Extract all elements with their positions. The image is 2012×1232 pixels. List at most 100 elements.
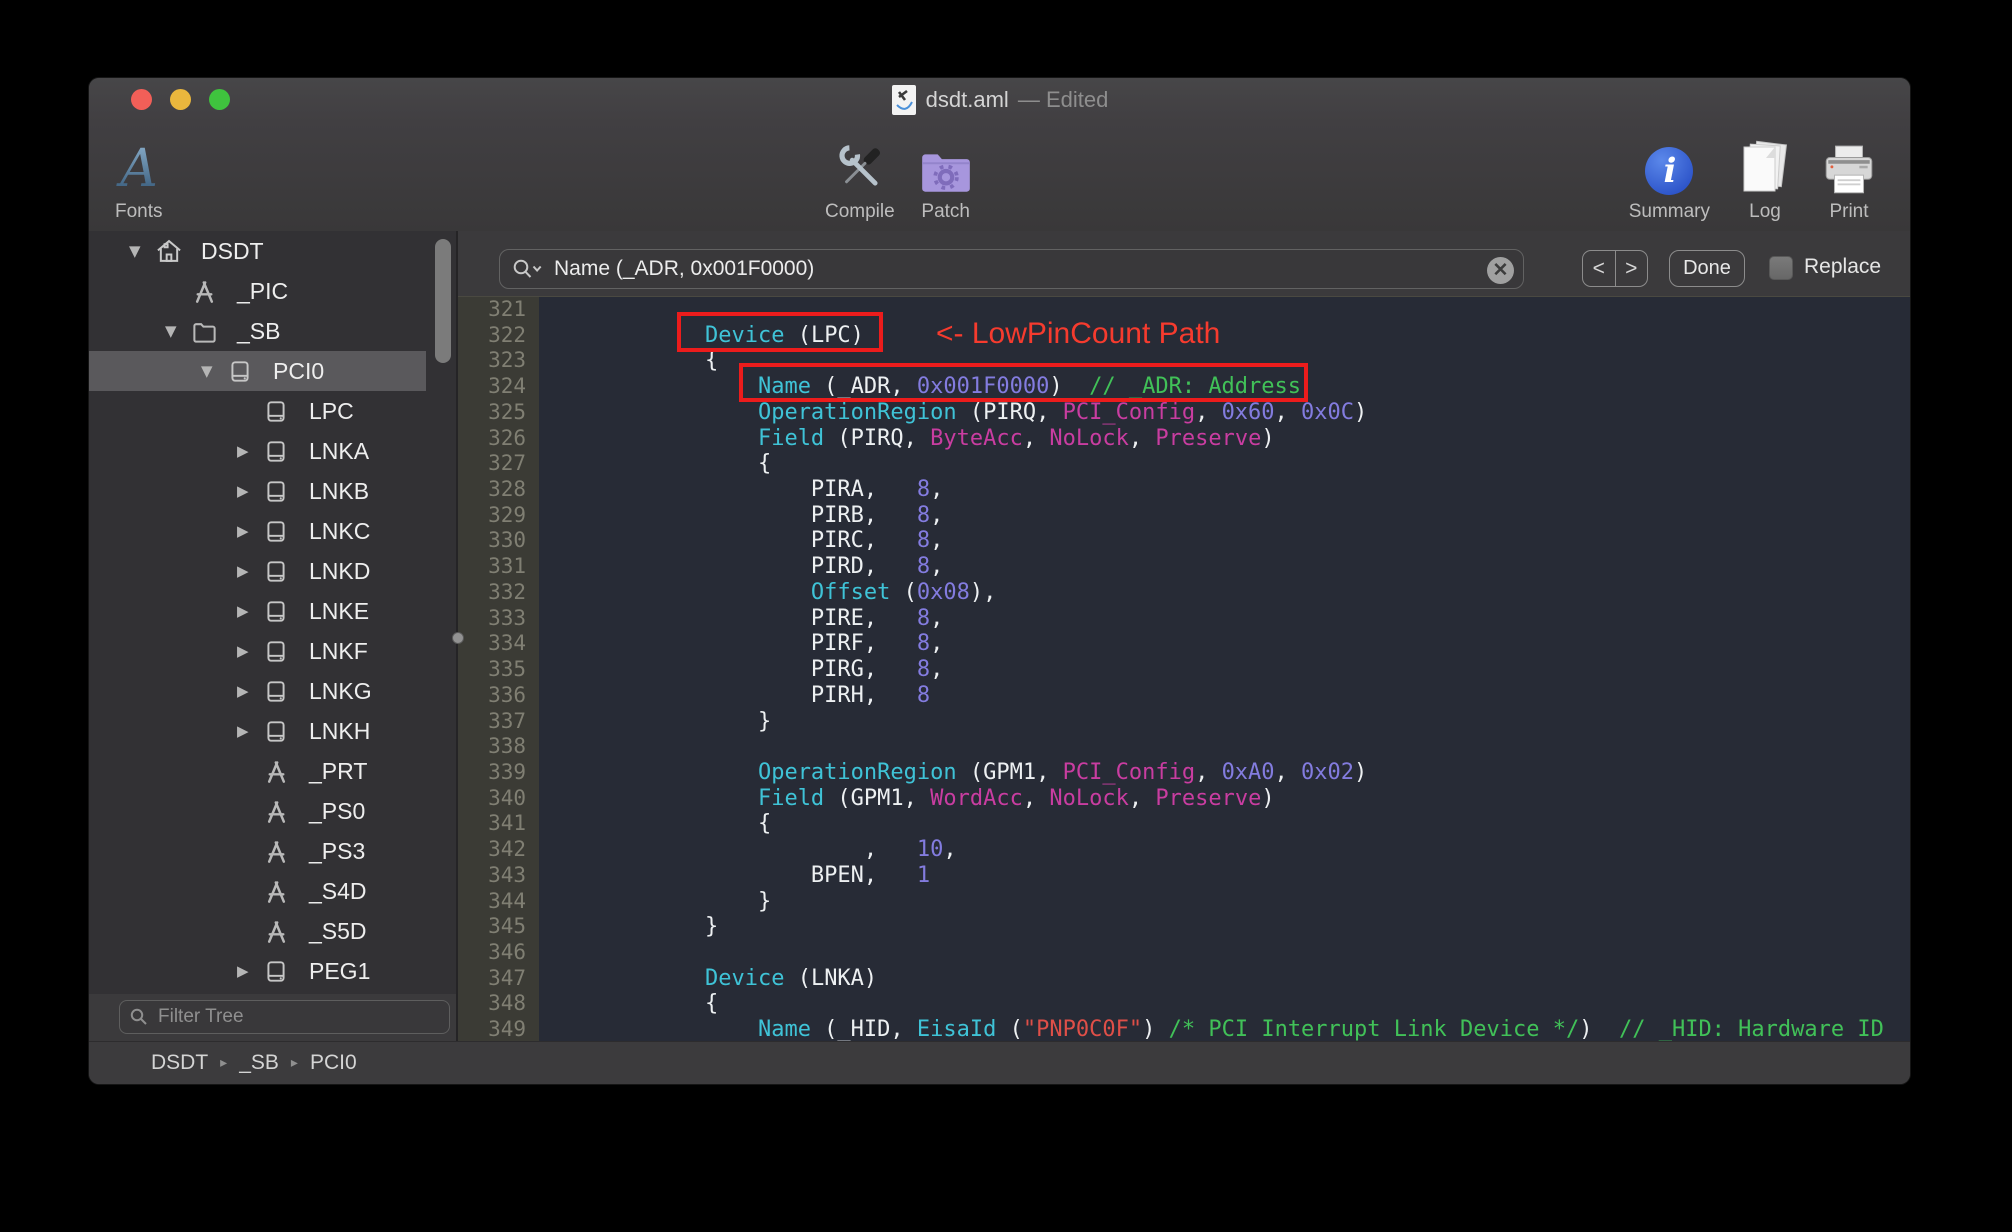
filter-tree-field[interactable] xyxy=(119,1000,450,1034)
tree-item-_prt[interactable]: _PRT xyxy=(89,751,426,791)
code-line[interactable]: 340 Field (GPM1, WordAcc, NoLock, Preser… xyxy=(458,785,1910,812)
code-line[interactable]: 347 Device (LNKA) xyxy=(458,965,1910,992)
device-icon xyxy=(263,518,295,545)
pane-splitter-handle[interactable] xyxy=(452,632,464,644)
code-line[interactable]: 327 { xyxy=(458,451,1910,478)
code-line[interactable]: 334 PIRF, 8, xyxy=(458,631,1910,658)
toolbar-button-fonts[interactable]: A Fonts xyxy=(115,128,163,224)
code-line[interactable]: 326 Field (PIRQ, ByteAcc, NoLock, Preser… xyxy=(458,425,1910,452)
sidebar-scrollbar-thumb[interactable] xyxy=(435,239,451,363)
tree-item-lnkg[interactable]: ▶ LNKG xyxy=(89,671,426,711)
tree-item-label: _S5D xyxy=(309,917,367,944)
code-line[interactable]: 331 PIRD, 8, xyxy=(458,554,1910,580)
disclosure-triangle-icon[interactable]: ▶ xyxy=(237,482,263,500)
code-line-content: } xyxy=(599,888,772,914)
code-line[interactable]: 335 PIRG, 8, xyxy=(458,657,1910,683)
code-line[interactable]: 325 OperationRegion (PIRQ, PCI_Config, 0… xyxy=(458,399,1910,426)
line-number: 348 xyxy=(458,991,539,1018)
folder-icon xyxy=(191,318,223,345)
app-window: dsdt.aml — Edited A Fonts Compile Patch iS… xyxy=(88,77,1911,1085)
code-line[interactable]: 336 PIRH, 8 xyxy=(458,682,1910,709)
line-number: 324 xyxy=(458,374,539,400)
disclosure-triangle-icon[interactable]: ▶ xyxy=(237,522,263,540)
code-line[interactable]: 341 { xyxy=(458,811,1910,838)
code-line[interactable]: 339 OperationRegion (GPM1, PCI_Config, 0… xyxy=(458,759,1910,786)
find-bar: ✕ < > Done Replace xyxy=(458,231,1910,297)
code-line[interactable]: 348 { xyxy=(458,991,1910,1018)
code-editor[interactable]: 321 322 Device (LPC) 323 {324 Name (_ADR, … xyxy=(458,297,1910,1041)
code-line[interactable]: 345 } xyxy=(458,914,1910,940)
tree-item-dsdt[interactable]: ▼ DSDT xyxy=(89,231,426,271)
tree-item-lpc[interactable]: LPC xyxy=(89,391,426,431)
toolbar-button-summary[interactable]: i Summary xyxy=(1629,128,1710,224)
filter-tree-input[interactable] xyxy=(156,1005,439,1029)
code-line[interactable]: 344 } xyxy=(458,888,1910,915)
tree-item-_s5d[interactable]: _S5D xyxy=(89,911,426,951)
zoom-button[interactable] xyxy=(209,89,230,110)
line-number: 321 xyxy=(458,297,539,323)
toolbar-label: Compile xyxy=(825,201,895,222)
tree-item-_ps3[interactable]: _PS3 xyxy=(89,831,426,871)
code-line[interactable]: 342 , 10, xyxy=(458,837,1910,863)
code-line[interactable]: 328 PIRA, 8, xyxy=(458,477,1910,503)
tree-item-_pic[interactable]: _PIC xyxy=(89,271,426,311)
find-previous-button[interactable]: < xyxy=(1583,251,1616,286)
tree-item-lnkc[interactable]: ▶ LNKC xyxy=(89,511,426,551)
clear-search-icon[interactable]: ✕ xyxy=(1487,257,1514,284)
disclosure-triangle-icon[interactable]: ▼ xyxy=(129,242,155,260)
tree-item-pci0[interactable]: ▼ PCI0 xyxy=(89,351,426,391)
code-line[interactable]: 329 PIRB, 8, xyxy=(458,502,1910,529)
code-line[interactable]: 332 Offset (0x08), xyxy=(458,579,1910,606)
code-line[interactable]: 349 Name (_HID, EisaId ("PNP0C0F") /* PC… xyxy=(458,1017,1910,1041)
tree-item-label: DSDT xyxy=(201,237,264,264)
breadcrumb-item-_sb[interactable]: _SB xyxy=(239,1051,279,1075)
tree-item-_sb[interactable]: ▼ _SB xyxy=(89,311,426,351)
search-input[interactable] xyxy=(552,256,1479,282)
breadcrumb-item-dsdt[interactable]: DSDT xyxy=(151,1051,208,1075)
breadcrumb-item-pci0[interactable]: PCI0 xyxy=(310,1051,357,1075)
code-line[interactable]: 346 xyxy=(458,939,1910,966)
line-number: 329 xyxy=(458,502,539,529)
search-field[interactable]: ✕ xyxy=(499,249,1524,289)
line-number: 322 xyxy=(458,322,539,349)
titlebar[interactable]: dsdt.aml — Edited xyxy=(89,78,1910,122)
find-next-button[interactable]: > xyxy=(1616,251,1648,286)
disclosure-triangle-icon[interactable]: ▼ xyxy=(201,362,227,380)
disclosure-triangle-icon[interactable]: ▶ xyxy=(237,562,263,580)
toolbar-button-patch[interactable]: Patch xyxy=(917,128,975,224)
filter-magnifier-icon xyxy=(130,1008,147,1025)
toolbar-button-print[interactable]: Print xyxy=(1820,128,1878,224)
toolbar-button-compile[interactable]: Compile xyxy=(825,128,895,224)
disclosure-triangle-icon[interactable]: ▶ xyxy=(237,962,263,980)
code-line[interactable]: 337 } xyxy=(458,708,1910,735)
method-icon xyxy=(263,798,295,825)
tree-item-lnkf[interactable]: ▶ LNKF xyxy=(89,631,426,671)
tree-item-lnkd[interactable]: ▶ LNKD xyxy=(89,551,426,591)
line-number: 340 xyxy=(458,785,539,812)
disclosure-triangle-icon[interactable]: ▶ xyxy=(237,682,263,700)
tree-item-lnke[interactable]: ▶ LNKE xyxy=(89,591,426,631)
minimize-button[interactable] xyxy=(170,89,191,110)
tree-item-lnkb[interactable]: ▶ LNKB xyxy=(89,471,426,511)
tree-item-lnka[interactable]: ▶ LNKA xyxy=(89,431,426,471)
disclosure-triangle-icon[interactable]: ▶ xyxy=(237,602,263,620)
code-line[interactable]: 333 PIRE, 8, xyxy=(458,605,1910,632)
tree-item-label: LNKA xyxy=(309,437,370,464)
tree-item-peg1[interactable]: ▶ PEG1 xyxy=(89,951,426,991)
tree-item-_s4d[interactable]: _S4D xyxy=(89,871,426,911)
disclosure-triangle-icon[interactable]: ▼ xyxy=(165,322,191,340)
code-line[interactable]: 330 PIRC, 8, xyxy=(458,528,1910,555)
disclosure-triangle-icon[interactable]: ▶ xyxy=(237,722,263,740)
tree-item-lnkh[interactable]: ▶ LNKH xyxy=(89,711,426,751)
toolbar-button-log[interactable]: Log xyxy=(1738,128,1792,224)
code-line[interactable]: 343 BPEN, 1 xyxy=(458,862,1910,889)
title-filename: dsdt.aml xyxy=(925,87,1009,112)
filter-zone xyxy=(89,994,456,1041)
tree-item-_ps0[interactable]: _PS0 xyxy=(89,791,426,831)
disclosure-triangle-icon[interactable]: ▶ xyxy=(237,642,263,660)
close-button[interactable] xyxy=(131,89,152,110)
code-line[interactable]: 338 xyxy=(458,734,1910,760)
done-button[interactable]: Done xyxy=(1669,250,1745,287)
disclosure-triangle-icon[interactable]: ▶ xyxy=(237,442,263,460)
replace-checkbox[interactable] xyxy=(1769,256,1793,280)
